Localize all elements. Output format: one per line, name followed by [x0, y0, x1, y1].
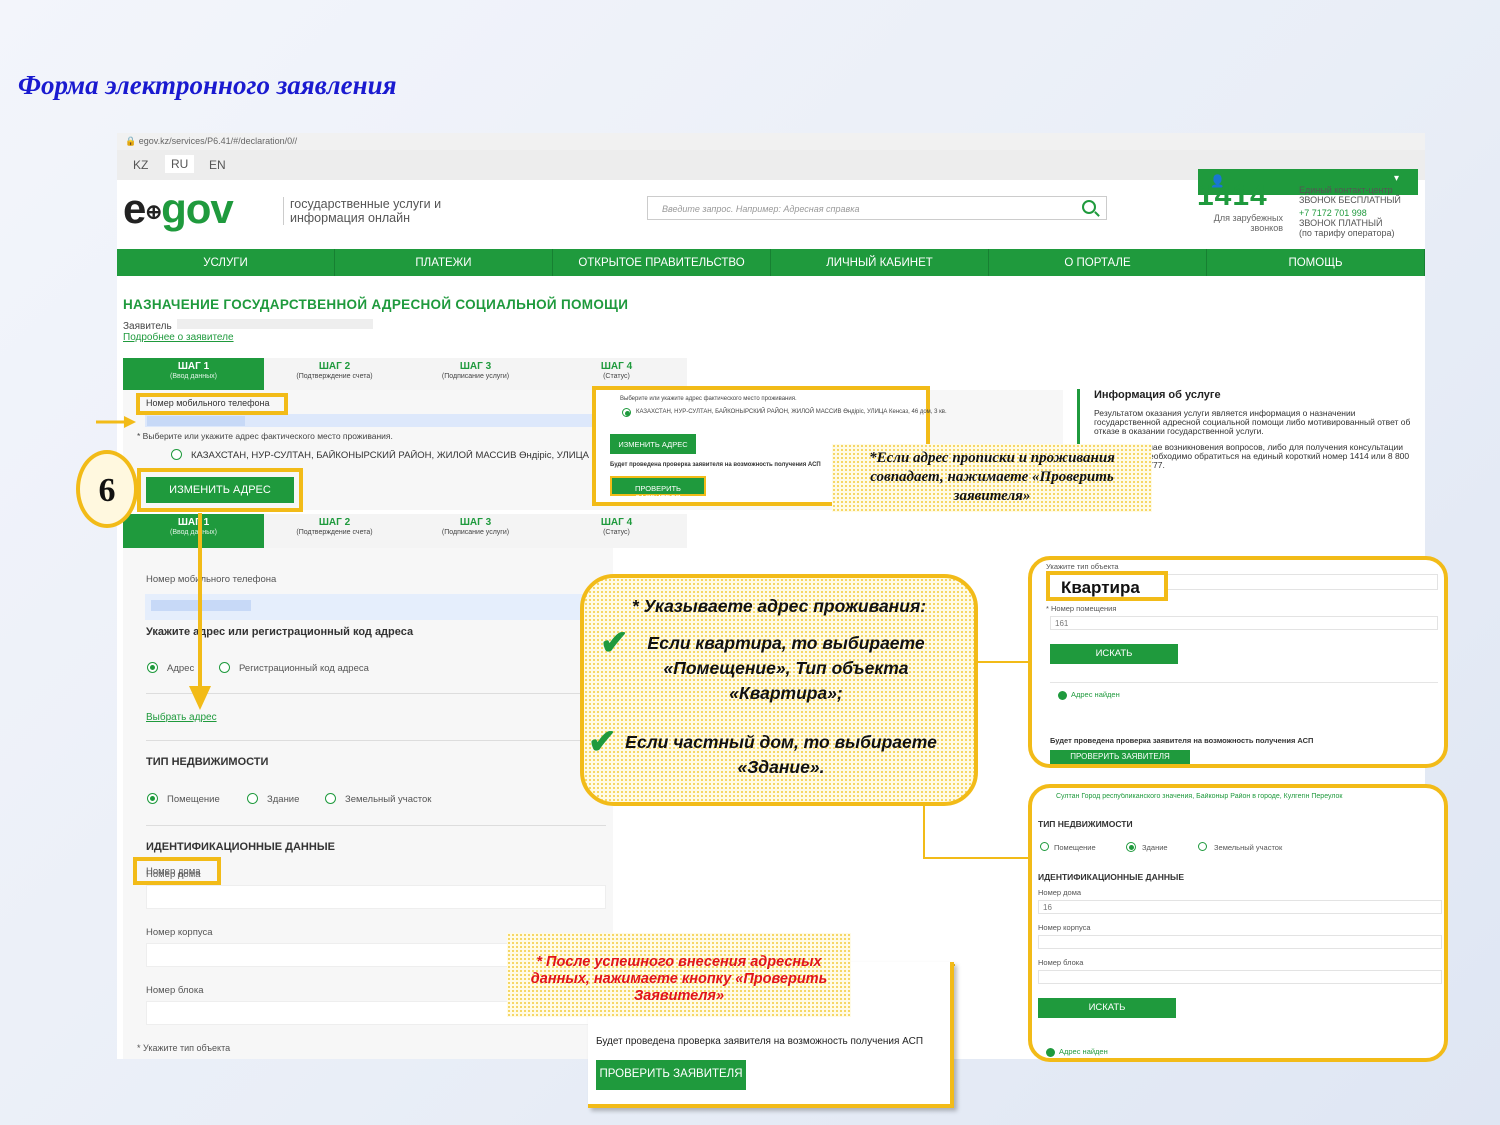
arrow-down-icon: [189, 686, 211, 710]
bubble-item-house: ✔ Если частный дом, то выбираете «Здание…: [584, 723, 974, 780]
check-applicant-button[interactable]: ПРОВЕРИТЬ ЗАЯВИТЕЛЯ: [1050, 750, 1190, 764]
radio-room-label: Помещение: [1054, 843, 1096, 852]
check-note: Будет проведена проверка заявителя на во…: [1050, 736, 1314, 745]
check-note: Будет проведена проверка заявителя на во…: [596, 1036, 924, 1047]
note-after-address: * После успешного внесения адресных данн…: [507, 933, 851, 1017]
radio-building-label: Здание: [1142, 843, 1168, 852]
house-number-input[interactable]: 16: [1038, 900, 1442, 914]
room-number-input[interactable]: 161: [1050, 616, 1438, 630]
checkmark-icon: ✔: [600, 624, 629, 662]
object-type-value: Квартира: [1046, 571, 1168, 601]
inset-prompt: Выберите или укажите адрес фактического …: [620, 396, 797, 402]
radio-room[interactable]: [1040, 842, 1049, 851]
section-number-label: Номер блока: [1038, 958, 1084, 967]
bubble-item-apartment: ✔ Если квартира, то выбираете «Помещение…: [584, 624, 974, 706]
property-type-heading: ТИП НЕДВИЖИМОСТИ: [1038, 819, 1133, 829]
inset-address-radio[interactable]: [622, 408, 631, 417]
address-found-text: Адрес найден: [1059, 1047, 1108, 1056]
block-number-input[interactable]: [1038, 935, 1442, 949]
check-applicant-button[interactable]: ПРОВЕРИТЬ ЗАЯВИТЕЛЯ: [596, 1060, 746, 1090]
inset-check-applicant-button[interactable]: ПРОВЕРИТЬ ЗАЯВИТЕЛЯ: [610, 476, 706, 502]
inset-change-address-button[interactable]: ИЗМЕНИТЬ АДРЕС: [610, 434, 696, 454]
arrow-right-icon: [124, 416, 136, 428]
checkmark-icon: ✔: [588, 723, 617, 761]
address-line: Султан Город республиканского значения, …: [1056, 793, 1343, 800]
radio-land[interactable]: [1198, 842, 1207, 851]
object-type-label: Укажите тип объекта: [1046, 562, 1119, 571]
address-found-status: Адрес найден: [1046, 1047, 1108, 1057]
section-number-input[interactable]: [1038, 970, 1442, 984]
block-number-label: Номер корпуса: [1038, 923, 1091, 932]
instruction-bubble: * Указываете адрес проживания: ✔ Если кв…: [580, 574, 978, 806]
panel-house-example: Султан Город республиканского значения, …: [1028, 784, 1448, 1062]
inset-address-text: КАЗАХСТАН, НУР-СУЛТАН, БАЙКОНЫРСКИЙ РАЙО…: [636, 409, 947, 415]
id-data-heading: ИДЕНТИФИКАЦИОННЫЕ ДАННЫЕ: [1038, 872, 1184, 882]
note-same-address: *Если адрес прописки и проживания совпад…: [832, 444, 1152, 512]
house-number-label: Номер дома: [1038, 888, 1082, 897]
bubble-line-1: * Указываете адрес проживания:: [631, 596, 927, 616]
search-address-button[interactable]: ИСКАТЬ: [1050, 644, 1178, 664]
divider: [1050, 682, 1438, 683]
radio-land-label: Земельный участок: [1214, 843, 1283, 852]
inset-check-note: Будет проведена проверка заявителя на во…: [610, 462, 821, 468]
address-found-status: Адрес найден: [1058, 690, 1120, 700]
search-address-button[interactable]: ИСКАТЬ: [1038, 998, 1176, 1018]
step-number-badge: 6: [76, 450, 138, 528]
radio-building[interactable]: [1126, 842, 1136, 852]
bubble-line-2: Если квартира, то выбираете «Помещение»,…: [647, 633, 925, 703]
bubble-line-3: Если частный дом, то выбираете «Здание».: [625, 732, 937, 777]
check-circle-icon: [1058, 690, 1067, 700]
room-number-label: * Номер помещения: [1046, 604, 1117, 613]
address-found-text: Адрес найден: [1071, 690, 1120, 699]
check-circle-icon: [1046, 1047, 1055, 1057]
